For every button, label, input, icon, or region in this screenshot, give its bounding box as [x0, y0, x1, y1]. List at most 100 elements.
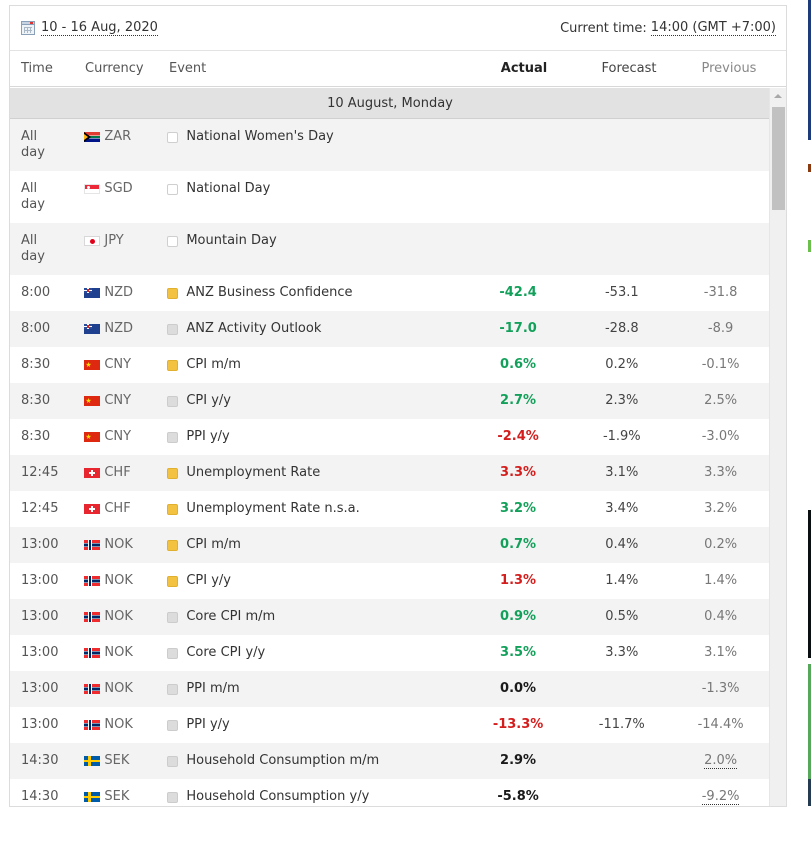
previous-value: 0.4%: [704, 609, 738, 624]
event-forecast: 0.2%: [605, 357, 639, 372]
event-actual: 2.9%: [500, 753, 537, 768]
event-row[interactable]: 13:00 NOK Core CPI y/y 3.5% 3.3% 3.1%: [10, 635, 770, 671]
previous-value: 3.2%: [704, 501, 738, 516]
event-row[interactable]: 12:45 CHF Unemployment Rate n.s.a. 3.2% 3…: [10, 491, 770, 527]
event-row[interactable]: 12:45 CHF Unemployment Rate 3.3% 3.1% 3.3%: [10, 455, 770, 491]
event-forecast: 3.1%: [605, 465, 639, 480]
event-forecast: 3.3%: [605, 645, 639, 660]
event-actual: 0.9%: [500, 609, 537, 624]
event-actual: -17.0: [499, 321, 537, 336]
event-name[interactable]: CPI y/y: [186, 573, 231, 589]
event-name[interactable]: Household Consumption y/y: [186, 789, 369, 805]
norway-flag-icon: [84, 684, 101, 694]
currency-code: NZD: [104, 285, 133, 300]
china-flag-icon: [84, 396, 101, 406]
event-row[interactable]: 8:00 NZD ANZ Activity Outlook -17.0 -28.8…: [10, 311, 770, 347]
event-previous: -0.1%: [671, 357, 770, 373]
event-name[interactable]: Unemployment Rate n.s.a.: [186, 501, 359, 517]
event-time: 12:45: [21, 465, 59, 480]
scroll-up-arrow-icon[interactable]: [774, 94, 782, 98]
event-row[interactable]: 13:00 NOK Core CPI m/m 0.9% 0.5% 0.4%: [10, 599, 770, 635]
event-rows: All day ZAR National Women's Day All day…: [10, 119, 770, 806]
previous-revised-value[interactable]: 2.0%: [704, 753, 738, 769]
event-name[interactable]: CPI m/m: [186, 537, 241, 553]
norway-flag-icon: [84, 648, 101, 658]
event-name[interactable]: CPI y/y: [186, 393, 231, 409]
event-row[interactable]: 13:00 NOK PPI y/y -13.3% -11.7% -14.4%: [10, 707, 770, 743]
event-row[interactable]: All day JPY Mountain Day: [10, 223, 770, 275]
event-name[interactable]: Household Consumption m/m: [186, 753, 379, 769]
vertical-scrollbar[interactable]: [769, 88, 786, 806]
event-row[interactable]: 8:30 CNY PPI y/y -2.4% -1.9% -3.0%: [10, 419, 770, 455]
event-name[interactable]: CPI m/m: [186, 357, 241, 373]
event-name-cell: PPI y/y: [167, 717, 463, 733]
previous-revised-value[interactable]: -9.2%: [701, 789, 740, 805]
event-actual: 2.7%: [500, 393, 537, 408]
event-actual: -5.8%: [497, 789, 539, 804]
currency-code: JPY: [104, 233, 124, 248]
previous-value: 3.1%: [704, 645, 738, 660]
scrollbar-thumb[interactable]: [772, 107, 785, 210]
event-name[interactable]: ANZ Business Confidence: [186, 285, 352, 301]
event-previous: -3.0%: [671, 429, 770, 445]
event-name[interactable]: PPI y/y: [186, 429, 229, 445]
event-name[interactable]: Core CPI y/y: [186, 645, 265, 661]
event-row[interactable]: 8:00 NZD ANZ Business Confidence -42.4 -5…: [10, 275, 770, 311]
event-row[interactable]: 13:00 NOK PPI m/m 0.0% -1.3%: [10, 671, 770, 707]
china-flag-icon: [84, 432, 101, 442]
event-actual: 3.2%: [500, 501, 537, 516]
event-previous: -9.2%: [671, 789, 770, 805]
importance-low-icon: [167, 683, 179, 695]
currency-code: NOK: [104, 573, 133, 588]
event-name[interactable]: Unemployment Rate: [186, 465, 320, 481]
event-row[interactable]: All day ZAR National Women's Day: [10, 119, 770, 171]
event-name-cell: Household Consumption y/y: [167, 789, 463, 805]
event-name[interactable]: Core CPI m/m: [186, 609, 275, 625]
event-row[interactable]: 8:30 CNY CPI m/m 0.6% 0.2% -0.1%: [10, 347, 770, 383]
new-zealand-flag-icon: [84, 324, 101, 334]
timezone-selector[interactable]: 14:00 (GMT +7:00): [650, 20, 776, 36]
date-range-label[interactable]: 10 - 16 Aug, 2020: [41, 20, 158, 36]
event-row[interactable]: 13:00 NOK CPI m/m 0.7% 0.4% 0.2%: [10, 527, 770, 563]
column-header-forecast: Forecast: [601, 61, 657, 76]
event-row[interactable]: All day SGD National Day: [10, 171, 770, 223]
currency-code: SEK: [104, 753, 130, 768]
event-name[interactable]: ANZ Activity Outlook: [186, 321, 321, 337]
column-headers: Time Currency Event Actual Forecast Prev…: [10, 51, 786, 87]
event-actual: -42.4: [499, 285, 537, 300]
event-name[interactable]: PPI m/m: [186, 681, 239, 697]
event-currency: NOK: [73, 609, 167, 625]
importance-medium-icon: [167, 503, 179, 515]
norway-flag-icon: [84, 540, 101, 550]
event-time: 14:30: [21, 789, 59, 804]
importance-low-icon: [167, 647, 179, 659]
event-actual: -13.3%: [492, 717, 544, 732]
event-name[interactable]: Mountain Day: [186, 233, 276, 249]
event-name-cell: ANZ Activity Outlook: [167, 321, 463, 337]
column-header-previous: Previous: [701, 61, 757, 76]
event-row[interactable]: 14:30 SEK Household Consumption y/y -5.8…: [10, 779, 770, 806]
events-scroll-area: 10 August, Monday All day ZAR National W…: [10, 88, 786, 806]
current-time-label: Current time:: [560, 20, 647, 36]
norway-flag-icon: [84, 576, 101, 586]
event-previous: -14.4%: [671, 717, 770, 733]
event-row[interactable]: 13:00 NOK CPI y/y 1.3% 1.4% 1.4%: [10, 563, 770, 599]
event-row[interactable]: 8:30 CNY CPI y/y 2.7% 2.3% 2.5%: [10, 383, 770, 419]
event-previous: -31.8: [671, 285, 770, 301]
event-previous: 1.4%: [671, 573, 770, 589]
date-range-picker[interactable]: 10 - 16 Aug, 2020: [21, 20, 158, 36]
event-name[interactable]: PPI y/y: [186, 717, 229, 733]
event-forecast: -53.1: [604, 285, 639, 300]
currency-code: CHF: [104, 501, 131, 516]
economic-calendar-widget: 10 - 16 Aug, 2020 Current time: 14:00 (G…: [9, 5, 787, 807]
importance-holiday-icon: [167, 235, 179, 247]
event-name-cell: CPI y/y: [167, 573, 463, 589]
event-name[interactable]: National Day: [186, 181, 270, 197]
currency-code: ZAR: [104, 129, 132, 144]
event-name[interactable]: National Women's Day: [186, 129, 333, 145]
event-time: 13:00: [21, 645, 59, 660]
event-row[interactable]: 14:30 SEK Household Consumption m/m 2.9%…: [10, 743, 770, 779]
event-previous: 0.2%: [671, 537, 770, 553]
event-previous: -1.3%: [671, 681, 770, 697]
singapore-flag-icon: [84, 184, 101, 194]
